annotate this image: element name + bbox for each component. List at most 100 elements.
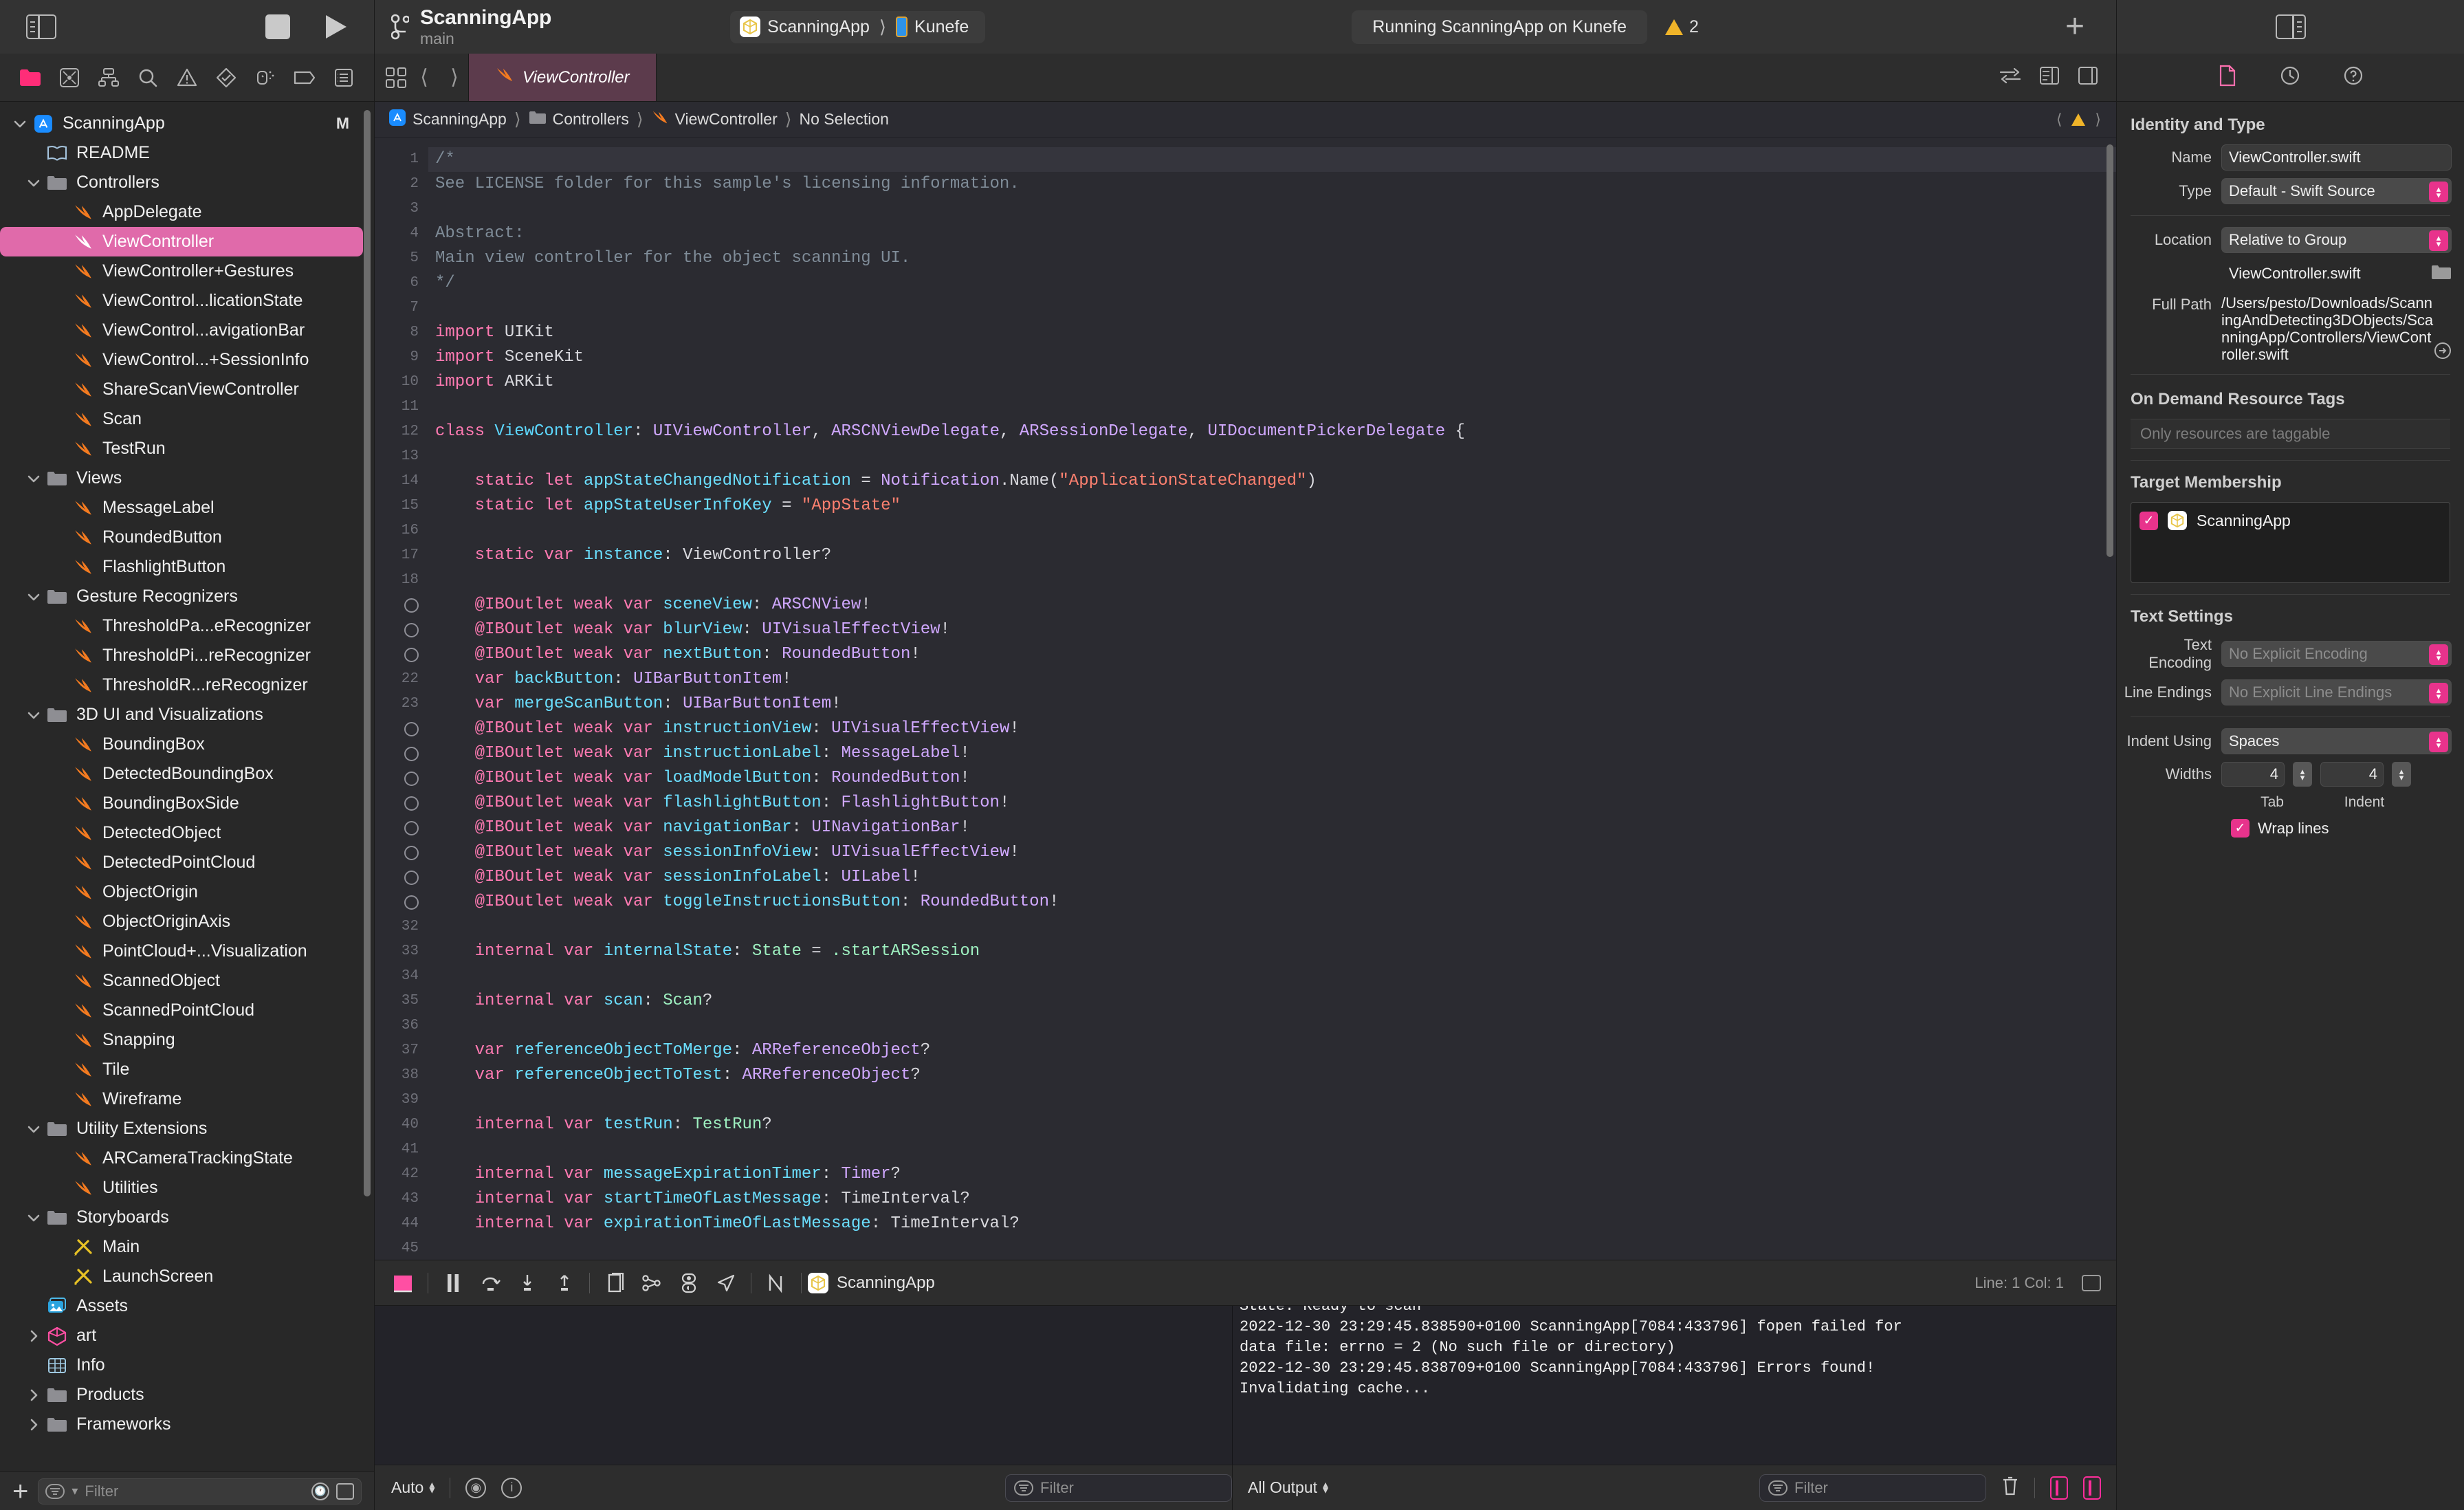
code-line[interactable]: @IBOutlet weak var sceneView: ARSCNView! [428,593,2116,617]
pause-button[interactable] [434,1268,472,1298]
type-select[interactable]: Default - Swift Source ▴ ▾ [2221,178,2452,204]
breadcrumb-item-folder[interactable]: Controllers [525,110,633,129]
line-number[interactable]: 17 [375,543,419,568]
code-line[interactable]: internal var expirationTimeOfLastMessage… [428,1212,2116,1236]
nav-tab-find[interactable] [133,63,163,93]
chevron-right-icon[interactable] [23,1418,44,1432]
code-line[interactable]: @IBOutlet weak var sessionInfoView: UIVi… [428,840,2116,865]
code-line[interactable] [428,444,2116,469]
navigator-item-boundingboxside[interactable]: BoundingBoxSide [0,789,374,818]
navigator-item-art[interactable]: art [0,1321,374,1350]
recent-icon[interactable]: 🕐 [311,1482,329,1500]
line-number[interactable]: 6 [375,271,419,296]
navigator-item-roundedbutton[interactable]: RoundedButton [0,523,374,552]
line-number[interactable]: 11 [375,395,419,419]
navigator-item-wireframe[interactable]: Wireframe [0,1084,374,1114]
navigator-item-detectedboundingbox[interactable]: DetectedBoundingBox [0,759,374,789]
line-number[interactable]: 34 [375,964,419,989]
code-line[interactable]: internal var internalState: State = .sta… [428,939,2116,964]
line-number[interactable]: 44 [375,1212,419,1236]
code-line[interactable] [428,964,2116,989]
code-line[interactable] [428,915,2116,939]
line-number[interactable]: 32 [375,915,419,939]
code-line[interactable]: @IBOutlet weak var nextButton: RoundedBu… [428,642,2116,667]
navigator-item-viewcontrol-avigationbar[interactable]: ViewControl...avigationBar [0,316,374,345]
navigator-item-scanningapp[interactable]: ScanningApp M [0,109,374,138]
navigator-item-scannedobject[interactable]: ScannedObject [0,966,374,996]
code-line[interactable]: static let appStateChangedNotification =… [428,469,2116,494]
encoding-select[interactable]: No Explicit Encoding ▴ ▾ [2221,641,2452,667]
breakpoint-marker[interactable] [375,840,419,865]
code-line[interactable]: class ViewController: UIViewController, … [428,419,2116,444]
code-line[interactable]: @IBOutlet weak var sessionInfoLabel: UIL… [428,865,2116,890]
tab-width-field[interactable]: 4 [2221,762,2285,787]
navigator-item-tile[interactable]: Tile [0,1055,374,1084]
scheme-selector[interactable]: ScanningApp main [375,7,551,47]
target-checkbox[interactable]: ✓ [2140,511,2158,530]
code-line[interactable]: var referenceObjectToMerge: ARReferenceO… [428,1038,2116,1063]
navigate-forward-button[interactable]: ⟩ [441,65,468,89]
code-line[interactable]: static let appStateUserInfoKey = "AppSta… [428,494,2116,518]
toggle-navigator-button[interactable] [26,14,56,39]
navigator-item-gesture-recognizers[interactable]: Gesture Recognizers [0,582,374,611]
location-simulate-icon[interactable] [707,1268,745,1298]
code-line[interactable]: import UIKit [428,320,2116,345]
nav-tab-issues[interactable] [172,63,202,93]
code-line[interactable]: @IBOutlet weak var flashlightButton: Fla… [428,791,2116,816]
code-editor[interactable]: 1 2 3 4 5 6 7 8 9 10 11 12 13 14 15 16 17 18 22 23 32 33 34 35 3… [375,138,2116,1260]
navigator-item-appdelegate[interactable]: AppDelegate [0,197,374,227]
previous-issue-button[interactable]: ⟨ [2056,111,2062,129]
navigator-item-thresholdpi-rerecognizer[interactable]: ThresholdPi...reRecognizer [0,641,374,670]
code-line[interactable]: internal var scan: Scan? [428,989,2116,1014]
variables-filter-input[interactable]: Filter [1005,1474,1232,1502]
destination-selector[interactable]: ScanningApp ⟩ Kunefe [730,10,986,43]
breakpoint-marker[interactable] [375,716,419,741]
breakpoint-marker[interactable] [375,741,419,766]
toggle-debug-area-button[interactable] [384,1268,421,1298]
name-field[interactable]: ViewController.swift [2221,144,2452,171]
code-line[interactable]: var mergeScanButton: UIBarButtonItem! [428,692,2116,716]
nav-tab-project[interactable] [15,63,45,93]
code-line[interactable]: var referenceObjectToTest: ARReferenceOb… [428,1063,2116,1088]
nav-tab-symbols[interactable] [94,63,124,93]
toggle-variables-view-button[interactable] [2050,1476,2068,1500]
navigator-item-frameworks[interactable]: Frameworks [0,1410,374,1439]
navigator-item-objectorigin[interactable]: ObjectOrigin [0,877,374,907]
step-over-button[interactable] [472,1268,509,1298]
line-number[interactable]: 43 [375,1187,419,1212]
view-hierarchy-icon[interactable] [596,1268,633,1298]
code-line[interactable]: @IBOutlet weak var navigationBar: UINavi… [428,816,2116,840]
code-line[interactable] [428,1137,2116,1162]
navigator-item-readme[interactable]: README [0,138,374,168]
code-line[interactable]: */ [428,271,2116,296]
line-number[interactable]: 18 [375,568,419,593]
breakpoint-marker[interactable] [375,642,419,667]
wrap-lines-checkbox[interactable]: ✓ [2231,819,2250,838]
add-file-button[interactable]: + [12,1478,28,1505]
code-line[interactable]: See LICENSE folder for this sample's lic… [428,172,2116,197]
code-line[interactable] [428,296,2116,320]
code-line[interactable] [428,1014,2116,1038]
toggle-inspector-button[interactable] [2275,14,2306,39]
inspector-tab-help[interactable] [2343,65,2364,89]
navigator-item-thresholdpa-erecognizer[interactable]: ThresholdPa...eRecognizer [0,611,374,641]
navigate-back-button[interactable]: ⟨ [410,65,438,89]
indent-select[interactable]: Spaces ▴ ▾ [2221,728,2452,754]
toggle-console-view-button[interactable] [2083,1476,2101,1500]
target-membership-list[interactable]: ✓ ScanningApp [2131,502,2450,583]
navigator-scrollbar[interactable] [364,110,371,1196]
code-line[interactable]: Abstract: [428,221,2116,246]
performance-icon[interactable] [758,1268,795,1298]
navigator-item-info[interactable]: Info [0,1350,374,1380]
nav-tab-breakpoints[interactable] [289,63,320,93]
navigator-item-assets[interactable]: Assets [0,1291,374,1321]
info-icon[interactable]: i [501,1477,522,1498]
nav-tab-debug[interactable] [250,63,280,93]
code-line[interactable]: @IBOutlet weak var blurView: UIVisualEff… [428,617,2116,642]
code-line[interactable]: /* [428,147,2116,172]
navigator-item-utility-extensions[interactable]: Utility Extensions [0,1114,374,1144]
line-number-gutter[interactable]: 1 2 3 4 5 6 7 8 9 10 11 12 13 14 15 16 17 18 22 23 32 33 34 35 3… [375,138,428,1260]
console-toggle-icon[interactable] [2082,1274,2101,1291]
chevron-down-icon[interactable] [23,474,44,483]
code-line[interactable] [428,1088,2116,1113]
